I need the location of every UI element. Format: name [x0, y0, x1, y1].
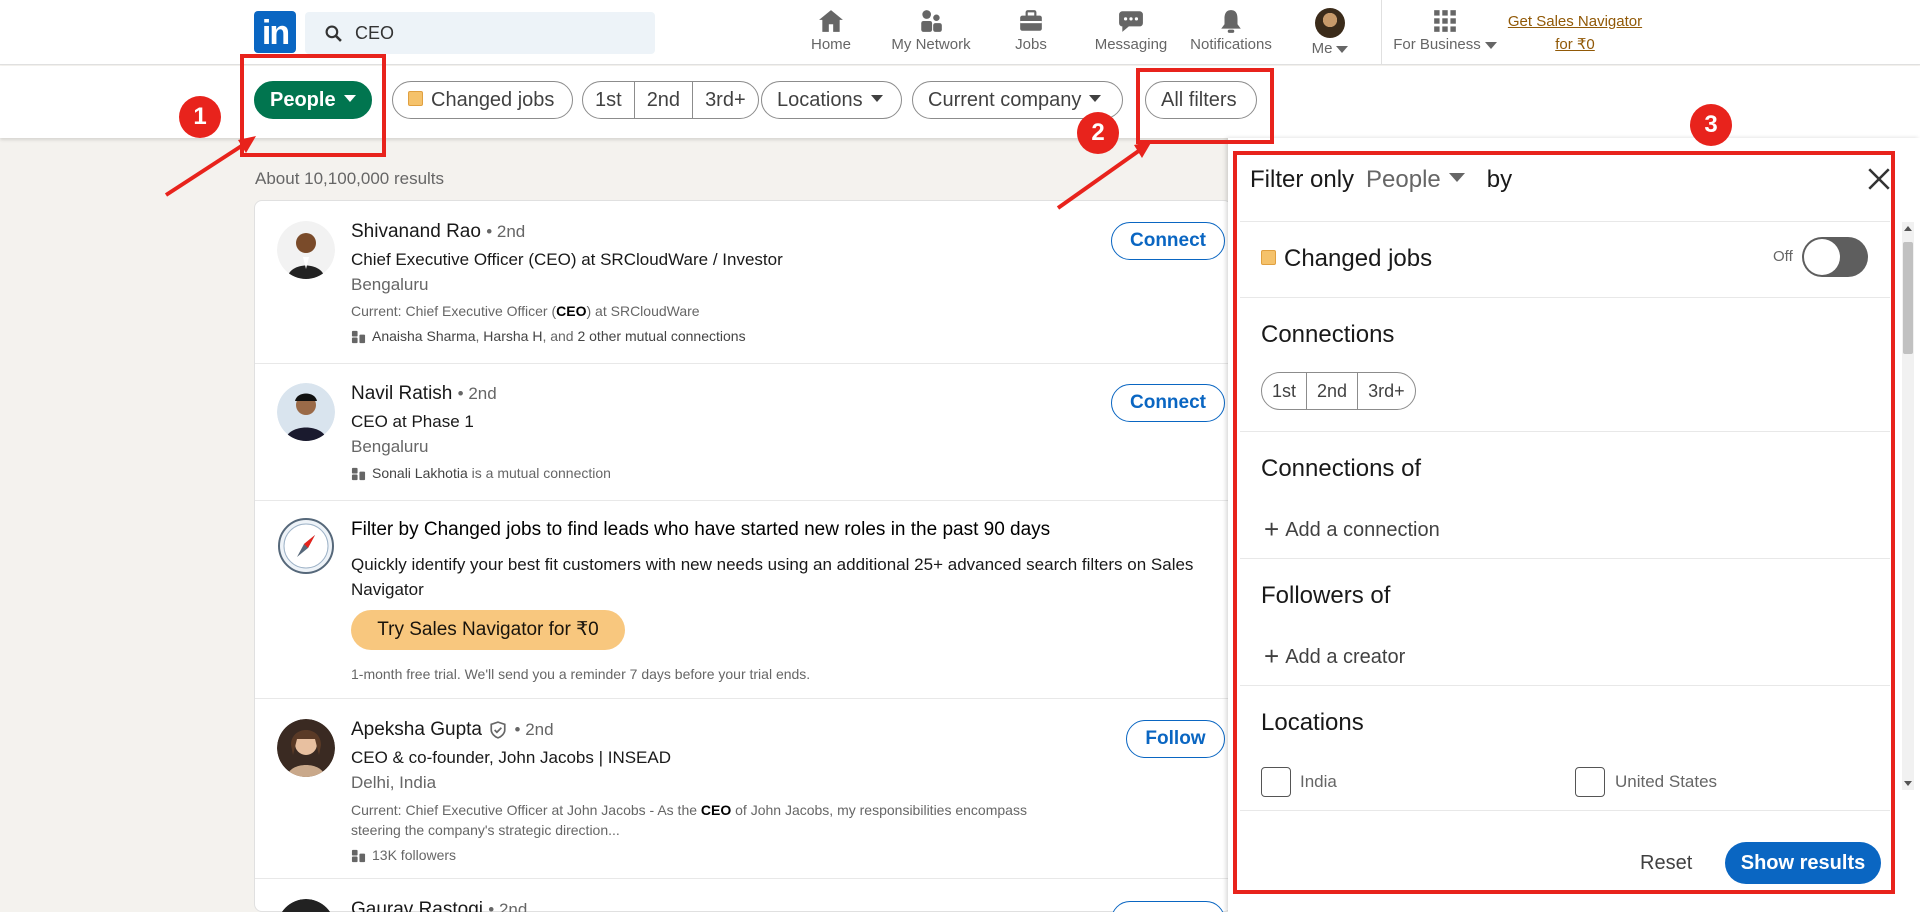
chevron-down-icon: [1336, 45, 1349, 53]
changed-jobs-label: Changed jobs: [431, 89, 555, 111]
connection-degree: • 2nd: [514, 720, 554, 739]
nav-notifications-label: Notifications: [1190, 36, 1272, 53]
nav-my-network[interactable]: My Network: [876, 8, 986, 53]
mutual-connections[interactable]: Sonali Lakhotia is a mutual connection: [351, 465, 611, 482]
result-name[interactable]: Navil Ratish • 2nd: [351, 383, 497, 405]
result-current: Current: Chief Executive Officer at John…: [351, 802, 1027, 818]
verified-icon: [490, 721, 506, 739]
nav-jobs-label: Jobs: [1015, 36, 1047, 53]
current-company-label: Current company: [928, 89, 1082, 111]
linkedin-logo[interactable]: in: [254, 11, 296, 53]
nav-divider: [1381, 0, 1382, 64]
mutual-connections[interactable]: Anaisha Sharma, Harsha H, and 2 other mu…: [351, 328, 746, 345]
caret-down-icon: [1089, 95, 1102, 103]
profile-photo[interactable]: [277, 719, 335, 777]
compass-icon: [278, 518, 334, 574]
nav-my-network-label: My Network: [891, 36, 971, 53]
promo-body: Quickly identify your best fit customers…: [351, 555, 1194, 599]
degree-2nd-button[interactable]: 2nd: [635, 82, 694, 118]
result-name[interactable]: Gaurav Rastogi • 2nd: [351, 899, 527, 912]
scroll-up-icon[interactable]: [1904, 226, 1912, 231]
search-bar[interactable]: CEO: [305, 12, 655, 54]
people-icon: [351, 849, 366, 862]
result-location: Bengaluru: [351, 437, 429, 456]
annotation-box-1: [240, 54, 386, 157]
panel-scrollbar[interactable]: [1902, 222, 1914, 790]
sales-navigator-icon: [408, 91, 423, 107]
changed-jobs-filter[interactable]: Changed jobs: [392, 81, 573, 119]
annotation-number-3: 3: [1690, 104, 1732, 146]
result-headline: CEO at Phase 1: [351, 412, 474, 431]
nav-me-label: Me: [1311, 40, 1333, 57]
sales-navigator-link[interactable]: Get Sales Navigator for ₹0: [1500, 10, 1650, 56]
nav-messaging-label: Messaging: [1094, 36, 1168, 53]
caret-down-icon: [870, 95, 883, 103]
promo-title: Filter by Changed jobs to find leads who…: [351, 519, 1051, 540]
annotation-box-2: [1136, 68, 1274, 144]
annotation-number-1: 1: [179, 96, 221, 138]
sales-navigator-promo: Filter by Changed jobs to find leads who…: [255, 501, 1233, 699]
degree-3rd-button[interactable]: 3rd+: [693, 82, 758, 118]
locations-filter[interactable]: Locations: [761, 81, 902, 119]
connection-degree: • 2nd: [457, 384, 497, 403]
annotation-number-2: 2: [1077, 112, 1119, 154]
home-icon: [819, 10, 843, 32]
connection-degree: • 2nd: [488, 900, 528, 912]
profile-photo[interactable]: [277, 899, 335, 912]
bell-icon: [1221, 10, 1241, 33]
messaging-icon: [1119, 11, 1143, 32]
list-item: Shivanand Rao • 2nd Chief Executive Offi…: [255, 201, 1233, 364]
followers-count: 13K followers: [351, 847, 456, 864]
jobs-icon: [1020, 10, 1042, 31]
nav-me[interactable]: Me: [1276, 8, 1384, 57]
connection-degree: • 2nd: [486, 222, 526, 241]
network-icon: [921, 10, 942, 32]
promo-note: 1-month free trial. We'll send you a rem…: [351, 666, 811, 682]
avatar: [1315, 8, 1345, 38]
nav-for-business[interactable]: For Business: [1390, 8, 1500, 53]
search-icon: [325, 25, 342, 42]
nav-for-business-label: For Business: [1393, 36, 1481, 53]
result-headline: Chief Executive Officer (CEO) at SRCloud…: [351, 250, 783, 269]
people-icon: [351, 330, 366, 343]
nav-notifications[interactable]: Notifications: [1176, 8, 1286, 53]
follow-button[interactable]: Follow: [1126, 720, 1225, 758]
search-input[interactable]: CEO: [355, 23, 394, 44]
profile-photo[interactable]: [277, 383, 335, 441]
result-current-line2: steering the company's strategic directi…: [351, 822, 620, 838]
degree-1st-button[interactable]: 1st: [583, 82, 635, 118]
nav-home-label: Home: [810, 36, 851, 53]
scroll-down-icon[interactable]: [1904, 781, 1912, 786]
sales-navigator-line2: for ₹0: [1555, 36, 1595, 53]
result-name[interactable]: Apeksha Gupta • 2nd: [351, 719, 554, 741]
result-location: Delhi, India: [351, 773, 437, 792]
result-headline: CEO & co-founder, John Jacobs | INSEAD: [351, 748, 672, 767]
profile-photo[interactable]: [277, 221, 335, 279]
locations-label: Locations: [777, 89, 863, 111]
list-item: Navil Ratish • 2nd CEO at Phase 1 Bengal…: [255, 364, 1233, 501]
degree-filter-group: 1st 2nd 3rd+: [582, 81, 759, 119]
try-sales-navigator-button[interactable]: Try Sales Navigator for ₹0: [351, 610, 625, 650]
sales-navigator-line1: Get Sales Navigator: [1507, 13, 1643, 30]
result-current: Current: Chief Executive Officer (CEO) a…: [351, 303, 700, 319]
result-location: Bengaluru: [351, 275, 429, 294]
nav-home[interactable]: Home: [776, 8, 886, 53]
connect-button[interactable]: Connect: [1111, 384, 1225, 422]
scrollbar-thumb[interactable]: [1903, 242, 1913, 354]
nav-messaging[interactable]: Messaging: [1076, 8, 1186, 53]
annotation-box-3: [1233, 151, 1895, 894]
nav-jobs[interactable]: Jobs: [976, 8, 1086, 53]
grid-icon: [1434, 10, 1456, 32]
chevron-down-icon: [1484, 41, 1497, 49]
list-item: Gaurav Rastogi • 2nd: [255, 879, 1233, 912]
result-name[interactable]: Shivanand Rao • 2nd: [351, 221, 525, 243]
list-item: Apeksha Gupta • 2nd CEO & co-founder, Jo…: [255, 699, 1233, 879]
people-icon: [351, 467, 366, 480]
results-count: About 10,100,000 results: [255, 169, 445, 188]
connect-button[interactable]: [1111, 901, 1225, 912]
results-list: Shivanand Rao • 2nd Chief Executive Offi…: [254, 200, 1233, 912]
connect-button[interactable]: Connect: [1111, 222, 1225, 260]
